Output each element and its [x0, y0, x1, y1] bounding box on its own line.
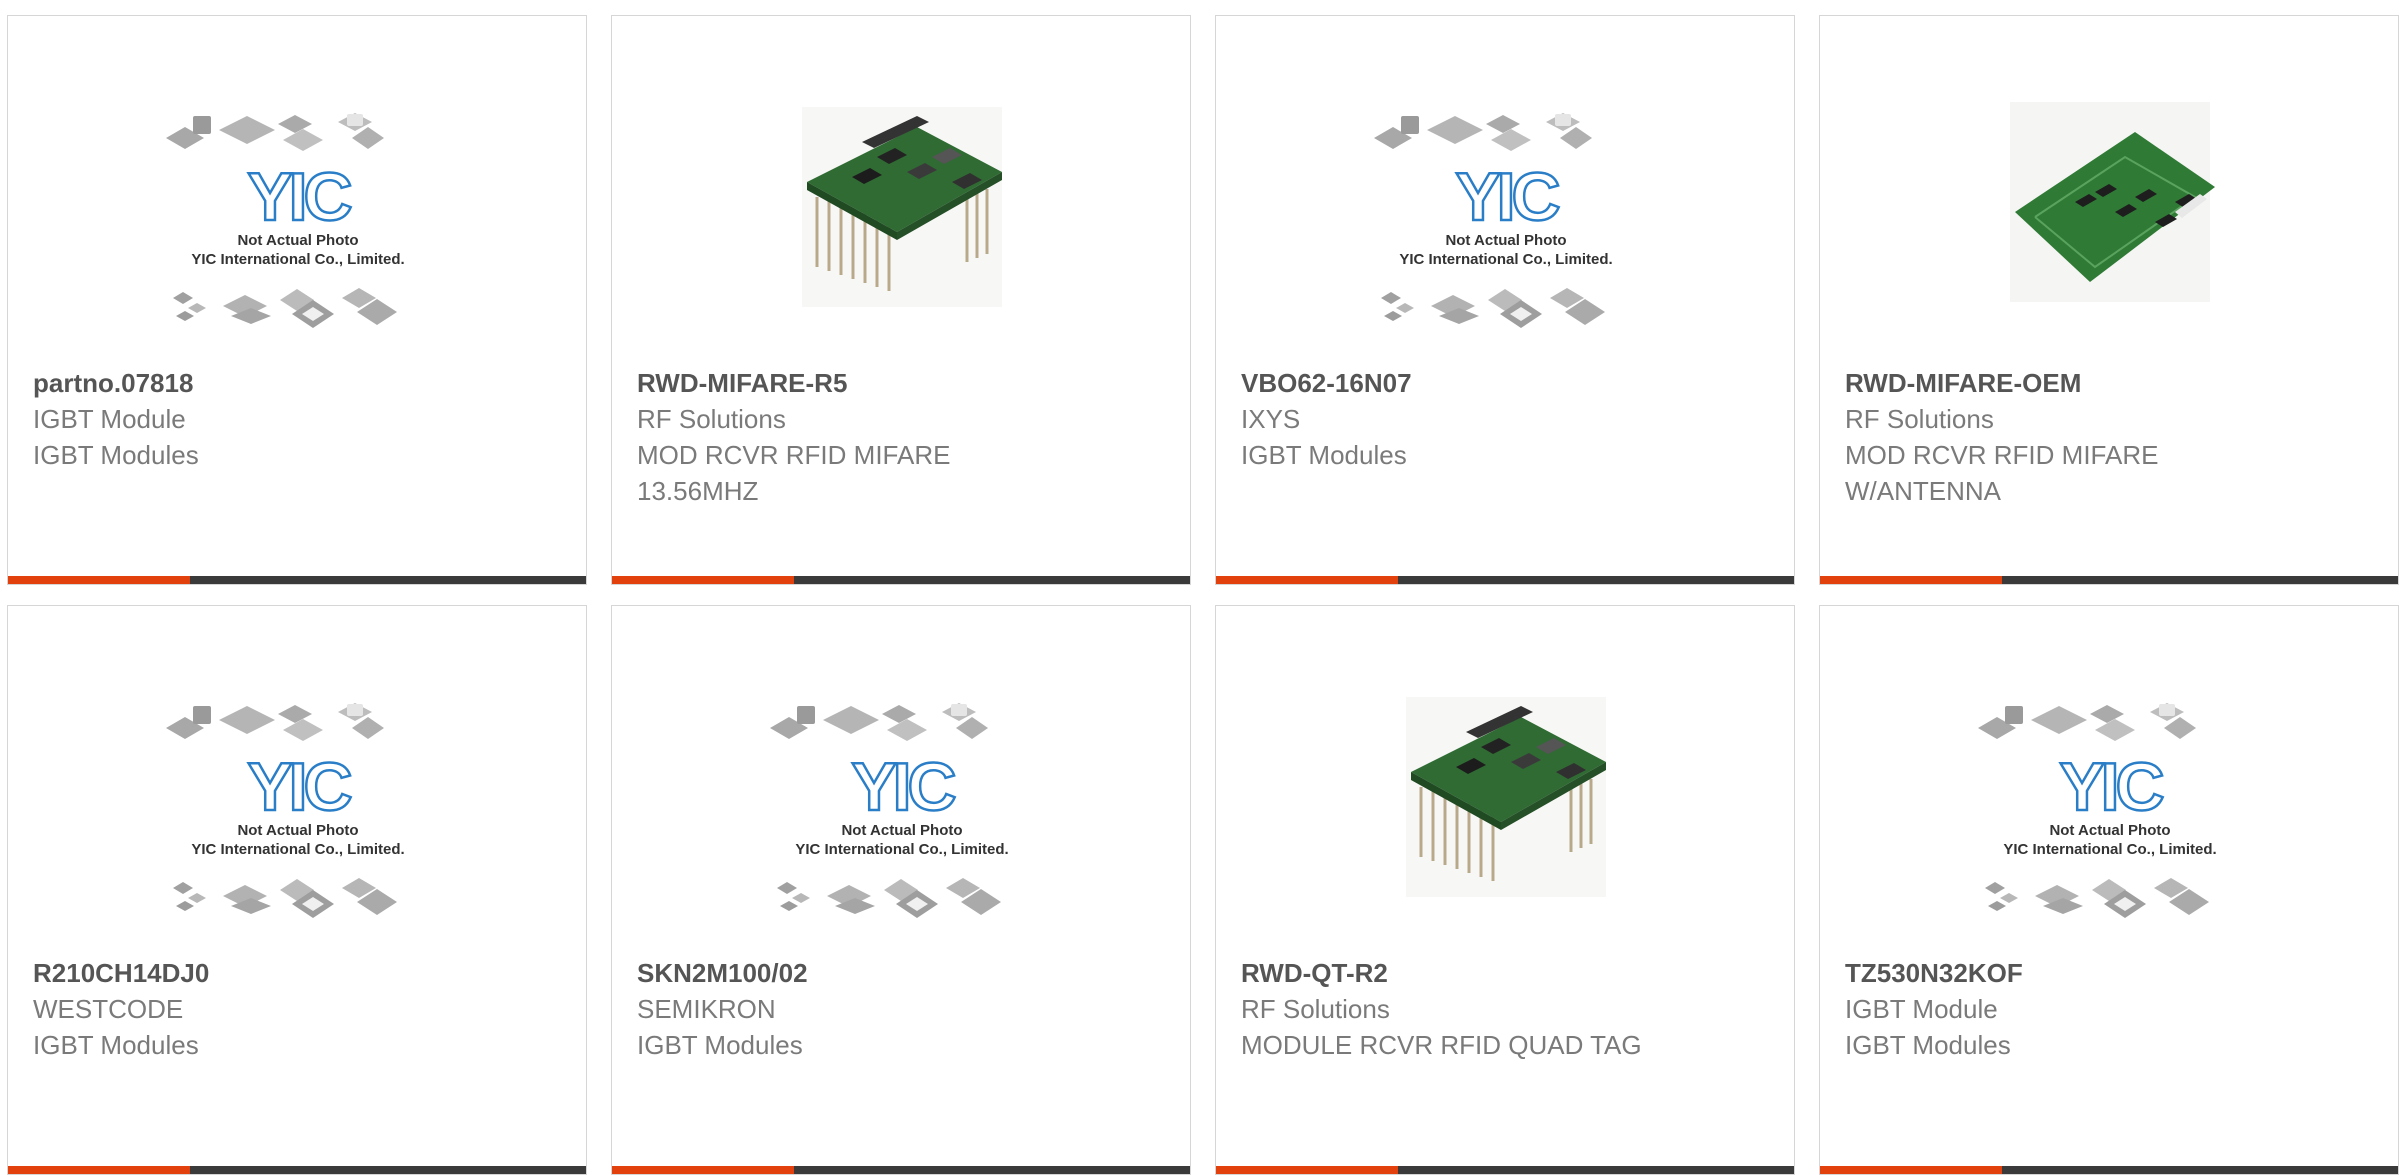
description-label: MOD RCVR RFID MIFARE W/ANTENNA	[1845, 440, 2159, 506]
part-number-link[interactable]: RWD-QT-R2	[1241, 955, 1761, 991]
placeholder-image: YICNot Actual Photo YIC International Co.…	[166, 113, 405, 328]
yic-logo: YIC	[851, 749, 955, 825]
placeholder-caption-line1: Not Actual Photo	[237, 822, 358, 839]
card-accent-highlight	[612, 576, 794, 584]
placeholder-caption-line2: YIC International Co., Limited.	[1399, 251, 1612, 268]
manufacturer-label: SEMIKRON	[637, 994, 776, 1024]
product-info: VBO62-16N07 IXYS IGBT Modules	[1241, 365, 1761, 473]
placeholder-caption-line1: Not Actual Photo	[2049, 822, 2170, 839]
placeholder-caption-line2: YIC International Co., Limited.	[191, 251, 404, 268]
manufacturer-label: IGBT Module	[33, 404, 186, 434]
card-accent-bar	[612, 576, 1190, 584]
card-accent-highlight	[1820, 576, 2002, 584]
manufacturer-label: WESTCODE	[33, 994, 184, 1024]
product-info: TZ530N32KOF IGBT Module IGBT Modules	[1845, 955, 2365, 1063]
card-accent-highlight	[1216, 1166, 1398, 1174]
description-label: IGBT Modules	[33, 440, 199, 470]
card-accent-bar	[1216, 1166, 1794, 1174]
card-accent-bar	[8, 576, 586, 584]
pcb-board-photo	[2010, 102, 2215, 302]
part-number-link[interactable]: SKN2M100/02	[637, 955, 1157, 991]
placeholder-image: YICNot Actual Photo YIC International Co.…	[1374, 113, 1613, 328]
part-number-link[interactable]: R210CH14DJ0	[33, 955, 553, 991]
product-card[interactable]: RWD-QT-R2 RF Solutions MODULE RCVR RFID QU…	[1215, 605, 1795, 1175]
part-number-link[interactable]: partno.07818	[33, 365, 553, 401]
placeholder-caption-line2: YIC International Co., Limited.	[191, 841, 404, 858]
pcb-module-photo	[802, 107, 1002, 307]
card-accent-highlight	[8, 576, 190, 584]
manufacturer-label: IGBT Module	[1845, 994, 1998, 1024]
description-label: MODULE RCVR RFID QUAD TAG	[1241, 1030, 1642, 1060]
yic-logo: YIC	[247, 749, 351, 825]
product-info: RWD-MIFARE-OEM RF Solutions MOD RCVR RFID …	[1845, 365, 2365, 509]
description-label: IGBT Modules	[1845, 1030, 2011, 1060]
product-card[interactable]: YIC Not Actual Photo YIC International Co.…	[7, 15, 587, 585]
product-thumbnail[interactable]	[1216, 692, 1794, 942]
placeholder-image: YICNot Actual Photo YIC International Co.…	[166, 703, 405, 918]
manufacturer-label: IXYS	[1241, 404, 1301, 434]
yic-logo: YIC	[2059, 749, 2163, 825]
placeholder-caption-line1: Not Actual Photo	[1445, 232, 1566, 249]
card-accent-highlight	[612, 1166, 794, 1174]
description-label: IGBT Modules	[637, 1030, 803, 1060]
product-thumbnail[interactable]: YIC Not Actual Photo YIC International Co.…	[612, 692, 1190, 942]
card-accent-highlight	[1216, 576, 1398, 584]
product-thumbnail[interactable]	[1820, 102, 2398, 352]
manufacturer-label: RF Solutions	[1241, 994, 1390, 1024]
part-number-link[interactable]: TZ530N32KOF	[1845, 955, 2365, 991]
product-thumbnail[interactable]	[612, 102, 1190, 352]
card-accent-bar	[612, 1166, 1190, 1174]
product-info: RWD-QT-R2 RF Solutions MODULE RCVR RFID QU…	[1241, 955, 1761, 1063]
card-accent-bar	[1820, 1166, 2398, 1174]
pcb-module-photo	[1406, 697, 1606, 897]
part-number-link[interactable]: RWD-MIFARE-R5	[637, 365, 1157, 401]
card-accent-highlight	[1820, 1166, 2002, 1174]
product-thumbnail[interactable]: YIC Not Actual Photo YIC International Co.…	[1216, 102, 1794, 352]
product-thumbnail[interactable]: YIC Not Actual Photo YIC International Co.…	[1820, 692, 2398, 942]
placeholder-caption-line1: Not Actual Photo	[841, 822, 962, 839]
product-card[interactable]: YIC Not Actual Photo YIC International Co.…	[7, 605, 587, 1175]
placeholder-caption-line2: YIC International Co., Limited.	[2003, 841, 2216, 858]
part-number-link[interactable]: RWD-MIFARE-OEM	[1845, 365, 2365, 401]
placeholder-caption-line1: Not Actual Photo	[237, 232, 358, 249]
card-accent-bar	[1216, 576, 1794, 584]
yic-logo: YIC	[247, 159, 351, 235]
part-number-link[interactable]: VBO62-16N07	[1241, 365, 1761, 401]
product-info: SKN2M100/02 SEMIKRON IGBT Modules	[637, 955, 1157, 1063]
product-thumbnail[interactable]: YIC Not Actual Photo YIC International Co.…	[8, 692, 586, 942]
card-accent-highlight	[8, 1166, 190, 1174]
product-card[interactable]: YIC Not Actual Photo YIC International Co.…	[611, 605, 1191, 1175]
manufacturer-label: RF Solutions	[637, 404, 786, 434]
placeholder-image: YICNot Actual Photo YIC International Co.…	[770, 703, 1009, 918]
product-card[interactable]: YIC Not Actual Photo YIC International Co.…	[1215, 15, 1795, 585]
product-info: RWD-MIFARE-R5 RF Solutions MOD RCVR RFID M…	[637, 365, 1157, 509]
card-accent-bar	[1820, 576, 2398, 584]
description-label: IGBT Modules	[1241, 440, 1407, 470]
card-accent-bar	[8, 1166, 586, 1174]
description-label: IGBT Modules	[33, 1030, 199, 1060]
product-info: R210CH14DJ0 WESTCODE IGBT Modules	[33, 955, 553, 1063]
product-card[interactable]: RWD-MIFARE-OEM RF Solutions MOD RCVR RFID …	[1819, 15, 2399, 585]
product-thumbnail[interactable]: YIC Not Actual Photo YIC International Co.…	[8, 102, 586, 352]
product-grid: YIC Not Actual Photo YIC International Co.…	[0, 0, 2400, 1175]
product-card[interactable]: YIC Not Actual Photo YIC International Co.…	[1819, 605, 2399, 1175]
manufacturer-label: RF Solutions	[1845, 404, 1994, 434]
product-card[interactable]: RWD-MIFARE-R5 RF Solutions MOD RCVR RFID M…	[611, 15, 1191, 585]
placeholder-caption-line2: YIC International Co., Limited.	[795, 841, 1008, 858]
placeholder-image: YICNot Actual Photo YIC International Co.…	[1978, 703, 2217, 918]
product-info: partno.07818 IGBT Module IGBT Modules	[33, 365, 553, 473]
description-label: MOD RCVR RFID MIFARE 13.56MHZ	[637, 440, 951, 506]
yic-logo: YIC	[1455, 159, 1559, 235]
